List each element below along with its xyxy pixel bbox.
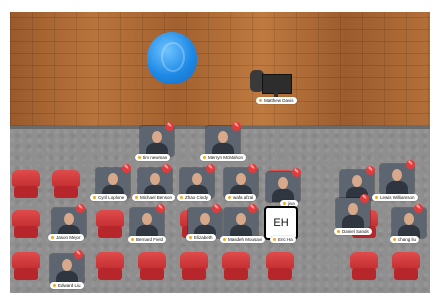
pencil-icon: ✎ — [212, 204, 221, 213]
chair-seat[interactable] — [96, 210, 124, 240]
participant-label: Edward Liu — [50, 282, 84, 289]
chair-seat[interactable] — [350, 252, 378, 282]
beanbag-seat[interactable] — [147, 32, 197, 84]
pencil-icon: ✎ — [74, 250, 83, 259]
status-dot-icon — [259, 99, 262, 103]
pencil-icon: ✎ — [406, 160, 415, 169]
participant-label: Merryn McMahon — [200, 154, 247, 161]
participant-label: wafa afzal — [225, 194, 257, 201]
monitor-icon — [262, 74, 292, 94]
participant-label: Eric Ha — [270, 236, 296, 243]
chair-seat[interactable] — [12, 170, 40, 200]
participant-label: Jason Mejor — [48, 234, 84, 241]
chair-seat[interactable] — [180, 252, 208, 282]
pencil-icon: ✎ — [248, 164, 257, 173]
virtual-room: Matthew Davis ✎ tim newman ✎ Merryn McMa… — [10, 12, 430, 293]
pencil-icon: ✎ — [292, 168, 301, 177]
pencil-icon: ✎ — [414, 204, 423, 213]
participant-label: Lewis Williamson — [372, 194, 418, 201]
pencil-icon: ✎ — [366, 166, 375, 175]
pencil-icon: ✎ — [360, 194, 369, 203]
pencil-icon: ✎ — [76, 204, 85, 213]
participant-label: Bernard Field — [128, 236, 167, 243]
participant-label: Daniel Sands — [334, 228, 372, 235]
pencil-icon: ✎ — [156, 204, 165, 213]
participant-name: Matthew Davis — [264, 98, 294, 103]
chair-seat[interactable] — [266, 252, 294, 282]
pencil-icon: ✎ — [206, 164, 215, 173]
avatar-initials: EH — [273, 217, 289, 229]
pencil-icon: ✎ — [122, 164, 131, 173]
chair-seat[interactable] — [392, 252, 420, 282]
participant-label: Cyril Loplone — [90, 194, 128, 201]
chair-seat[interactable] — [222, 252, 250, 282]
chair-seat[interactable] — [12, 252, 40, 282]
pencil-icon: ✎ — [232, 122, 241, 131]
participant-label: Michael Benson — [132, 194, 176, 201]
participant-label: Matthew Davis — [256, 97, 297, 104]
participant-label: Masdeh Mousavi — [220, 236, 266, 243]
participant-label: tim newman — [135, 154, 171, 161]
participant-label: Zhao Cindy — [177, 194, 212, 201]
pencil-icon: ✎ — [248, 204, 257, 213]
chair-seat[interactable] — [52, 170, 80, 200]
participant-video[interactable] — [392, 208, 426, 238]
participant-label: chang liu — [390, 236, 420, 243]
chair-seat[interactable] — [138, 252, 166, 282]
participant-label: Elizabeth — [186, 234, 216, 241]
wood-floor — [10, 12, 430, 126]
chair-seat[interactable] — [12, 210, 40, 240]
pencil-icon: ✎ — [165, 122, 174, 131]
desk-station[interactable] — [250, 70, 292, 98]
avatar[interactable]: EH — [264, 206, 298, 240]
chair-seat[interactable] — [96, 252, 124, 282]
pencil-icon: ✎ — [162, 164, 171, 173]
